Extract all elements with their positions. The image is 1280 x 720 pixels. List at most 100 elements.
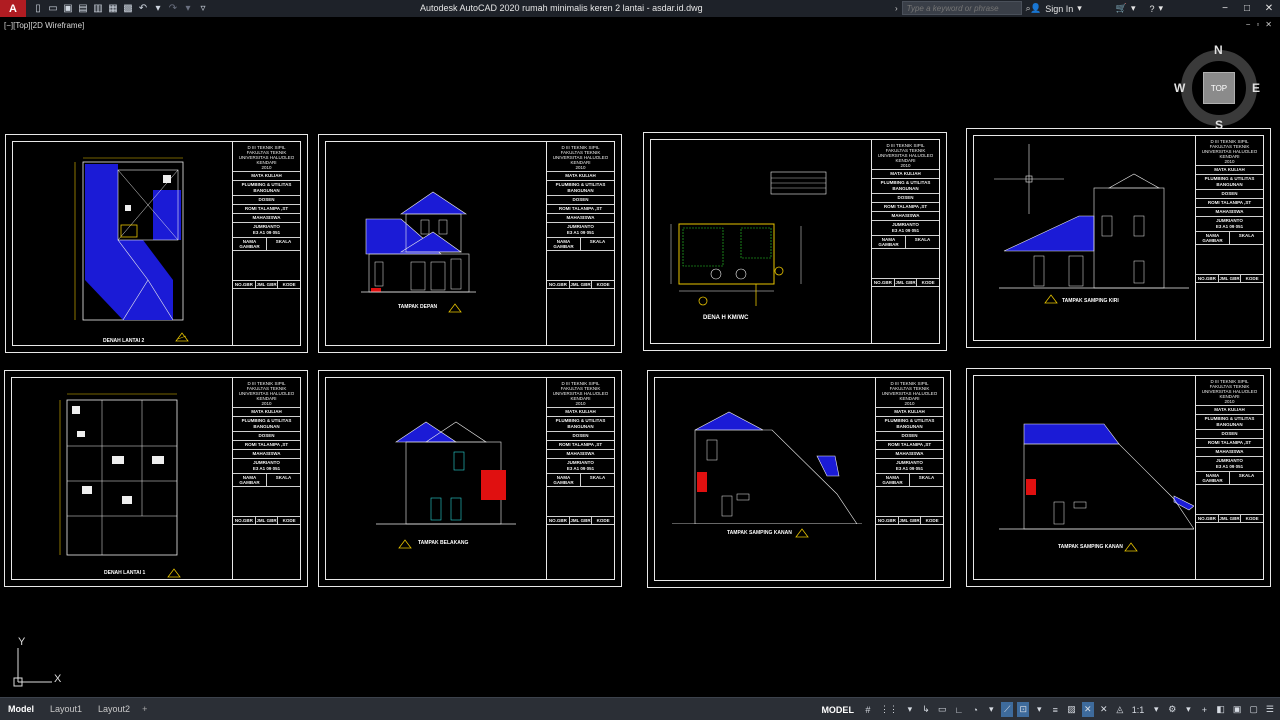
- auto-scale-icon[interactable]: ✕: [1098, 702, 1110, 717]
- redo-icon[interactable]: ↷: [167, 3, 179, 14]
- drawing-sheet-8[interactable]: TAMPAK SAMPING KANAN D III TEKNIK SIPIL F…: [966, 368, 1271, 587]
- drawing-sheet-6[interactable]: TAMPAK BELAKANG D III TEKNIK SIPIL FAKULT…: [318, 370, 622, 587]
- scale-dropdown-icon[interactable]: ▾: [1150, 702, 1162, 717]
- workspace-dropdown-icon[interactable]: ▾: [1182, 702, 1194, 717]
- grid-icon[interactable]: #: [862, 702, 874, 717]
- hardware-acceleration-icon[interactable]: ▣: [1231, 702, 1244, 717]
- ucs-x-label: X: [54, 673, 62, 685]
- add-layout-button[interactable]: +: [138, 701, 151, 717]
- viewport-close-icon[interactable]: ✕: [1265, 20, 1272, 29]
- lineweight-icon[interactable]: ≡: [1049, 702, 1061, 717]
- snap-icon[interactable]: ⋮⋮: [878, 702, 900, 717]
- save-as-icon[interactable]: ▤: [77, 3, 89, 14]
- title-bar: A ▯ ▭ ▣ ▤ ▥ ▦ ▩ ↶ ▾ ↷ ▾ ▿ Autodesk AutoC…: [0, 0, 1280, 17]
- floor-plan-2-drawing: [74, 157, 184, 321]
- viewport-restore-icon[interactable]: ▫: [1256, 20, 1259, 29]
- drawing-sheet-4[interactable]: TAMPAK SAMPING KIRI D III TEKNIK SIPIL FA…: [966, 128, 1271, 348]
- title-block: D III TEKNIK SIPIL FAKULTAS TEKNIK UNIVERS…: [1195, 376, 1263, 579]
- compass-west[interactable]: W: [1174, 81, 1185, 95]
- search-input[interactable]: [901, 1, 1022, 15]
- viewport-controls-label[interactable]: [−][Top][2D Wireframe]: [4, 21, 84, 30]
- help-icon[interactable]: ?: [1150, 4, 1155, 14]
- sign-in-link[interactable]: Sign In: [1045, 4, 1073, 14]
- ortho-icon[interactable]: ∟: [952, 702, 965, 717]
- title-block: D III TEKNIK SIPIL FAKULTAS TEKNIK UNIVERS…: [1195, 136, 1263, 340]
- tab-model[interactable]: Model: [0, 701, 42, 717]
- polar-dropdown-icon[interactable]: ▾: [985, 702, 997, 717]
- sheet-border: DENAH LANTAI 1 D III TEKNIK SIPIL FAKULTA…: [11, 377, 301, 580]
- dynamic-input-icon[interactable]: ▭: [936, 702, 949, 717]
- user-icon: 👤: [1030, 3, 1042, 13]
- tab-layout2[interactable]: Layout2: [90, 701, 138, 717]
- customize-toolbar-icon[interactable]: ▿: [197, 3, 209, 14]
- title-block: D III TEKNIK SIPIL FAKULTAS TEKNIK UNIVERS…: [546, 142, 614, 345]
- title-block: D III TEKNIK SIPIL FAKULTAS TEKNIK UNIVERS…: [871, 140, 939, 343]
- tab-layout1[interactable]: Layout1: [42, 701, 90, 717]
- title-block: D III TEKNIK SIPIL FAKULTAS TEKNIK UNIVERS…: [546, 378, 614, 579]
- workspace-gear-icon[interactable]: ⚙: [1166, 702, 1178, 717]
- right-elevation-drawing-2: [999, 423, 1194, 530]
- north-arrow-icon: [398, 539, 412, 549]
- viewport-minimize-icon[interactable]: −: [1246, 20, 1251, 29]
- search-expand-icon[interactable]: ›: [895, 4, 898, 13]
- drawing-sheet-5[interactable]: DENAH LANTAI 1 D III TEKNIK SIPIL FAKULTA…: [4, 370, 308, 587]
- customization-menu-icon[interactable]: ☰: [1264, 702, 1276, 717]
- open-web-icon[interactable]: ▥: [92, 3, 104, 14]
- sheet-border: TAMPAK SAMPING KANAN D III TEKNIK SIPIL F…: [654, 377, 944, 581]
- drawing-sheet-2[interactable]: TAMPAK DEPAN D III TEKNIK SIPIL FAKULTAS …: [318, 134, 622, 353]
- model-space-button[interactable]: MODEL: [821, 705, 854, 715]
- viewcube-top-face[interactable]: TOP: [1203, 72, 1235, 104]
- viewcube[interactable]: TOP N S E W: [1174, 43, 1261, 132]
- plot-icon[interactable]: ▩: [122, 3, 134, 14]
- new-file-icon[interactable]: ▯: [32, 3, 44, 14]
- sheet-caption: TAMPAK SAMPING KANAN: [727, 530, 792, 536]
- compass-north[interactable]: N: [1214, 43, 1223, 57]
- north-arrow-icon: [167, 568, 181, 578]
- save-web-icon[interactable]: ▦: [107, 3, 119, 14]
- redo-dropdown-icon[interactable]: ▾: [182, 3, 194, 14]
- rear-elevation-drawing: [376, 421, 516, 525]
- undo-dropdown-icon[interactable]: ▾: [152, 3, 164, 14]
- sheet-border: DENAH LANTAI 2 D III TEKNIK SIPIL FAKULTA…: [12, 141, 301, 346]
- close-icon[interactable]: ✕: [1258, 0, 1280, 17]
- sheet-caption: TAMPAK SAMPING KIRI: [1062, 298, 1119, 304]
- isometric-drafting-icon[interactable]: ⟋: [1001, 702, 1014, 717]
- minimize-icon[interactable]: −: [1214, 0, 1236, 17]
- drawing-sheet-1[interactable]: DENAH LANTAI 2 D III TEKNIK SIPIL FAKULTA…: [5, 134, 308, 353]
- isolate-objects-icon[interactable]: ◧: [1214, 702, 1227, 717]
- polar-tracking-icon[interactable]: ◔: [969, 702, 981, 717]
- front-elevation-drawing: [361, 191, 476, 293]
- transparency-icon[interactable]: ▨: [1065, 702, 1078, 717]
- north-arrow-icon: [795, 528, 809, 538]
- help-dropdown-icon[interactable]: ▾: [1159, 3, 1164, 14]
- object-snap-tracking-icon[interactable]: ⊡: [1017, 702, 1030, 717]
- autodesk-exchange-icon[interactable]: 🛒: [1116, 3, 1127, 14]
- object-snap-dropdown-icon[interactable]: ▾: [1033, 702, 1045, 717]
- sheet-border: TAMPAK SAMPING KANAN D III TEKNIK SIPIL F…: [973, 375, 1264, 580]
- maximize-icon[interactable]: □: [1236, 0, 1258, 17]
- stay-connected-icon[interactable]: ▾: [1131, 3, 1136, 14]
- undo-icon[interactable]: ↶: [137, 3, 149, 14]
- compass-east[interactable]: E: [1252, 81, 1260, 95]
- open-file-icon[interactable]: ▭: [47, 3, 59, 14]
- title-block: D III TEKNIK SIPIL FAKULTAS TEKNIK UNIVERS…: [875, 378, 943, 580]
- bathroom-plan-drawing: [670, 171, 827, 306]
- infer-constraints-icon[interactable]: ↳: [920, 702, 932, 717]
- sheet-border: TAMPAK SAMPING KIRI D III TEKNIK SIPIL FA…: [973, 135, 1264, 341]
- sheet-border: TAMPAK BELAKANG D III TEKNIK SIPIL FAKULT…: [325, 377, 615, 580]
- window-title: Autodesk AutoCAD 2020 rumah minimalis ke…: [420, 3, 703, 13]
- plus-icon[interactable]: +: [1198, 702, 1210, 717]
- drawing-sheet-3[interactable]: DENA H KM/WC D III TEKNIK SIPIL FAKULTAS …: [643, 132, 947, 351]
- annotation-visibility-icon[interactable]: ✕: [1081, 702, 1094, 717]
- signin-dropdown-icon[interactable]: ▾: [1077, 3, 1082, 14]
- title-block: D III TEKNIK SIPIL FAKULTAS TEKNIK UNIVERS…: [232, 378, 300, 579]
- sheet-caption: DENAH LANTAI 2: [103, 338, 145, 344]
- drawing-sheet-7[interactable]: TAMPAK SAMPING KANAN D III TEKNIK SIPIL F…: [647, 370, 951, 588]
- clean-screen-icon[interactable]: ▢: [1247, 702, 1260, 717]
- save-icon[interactable]: ▣: [62, 3, 74, 14]
- annotation-scale-value[interactable]: 1:1: [1130, 702, 1147, 717]
- autocad-logo-icon[interactable]: A: [0, 0, 26, 17]
- sheet-caption: TAMPAK DEPAN: [398, 304, 438, 310]
- snap-dropdown-icon[interactable]: ▾: [904, 702, 916, 717]
- annotation-scale-icon[interactable]: ◬: [1114, 702, 1126, 717]
